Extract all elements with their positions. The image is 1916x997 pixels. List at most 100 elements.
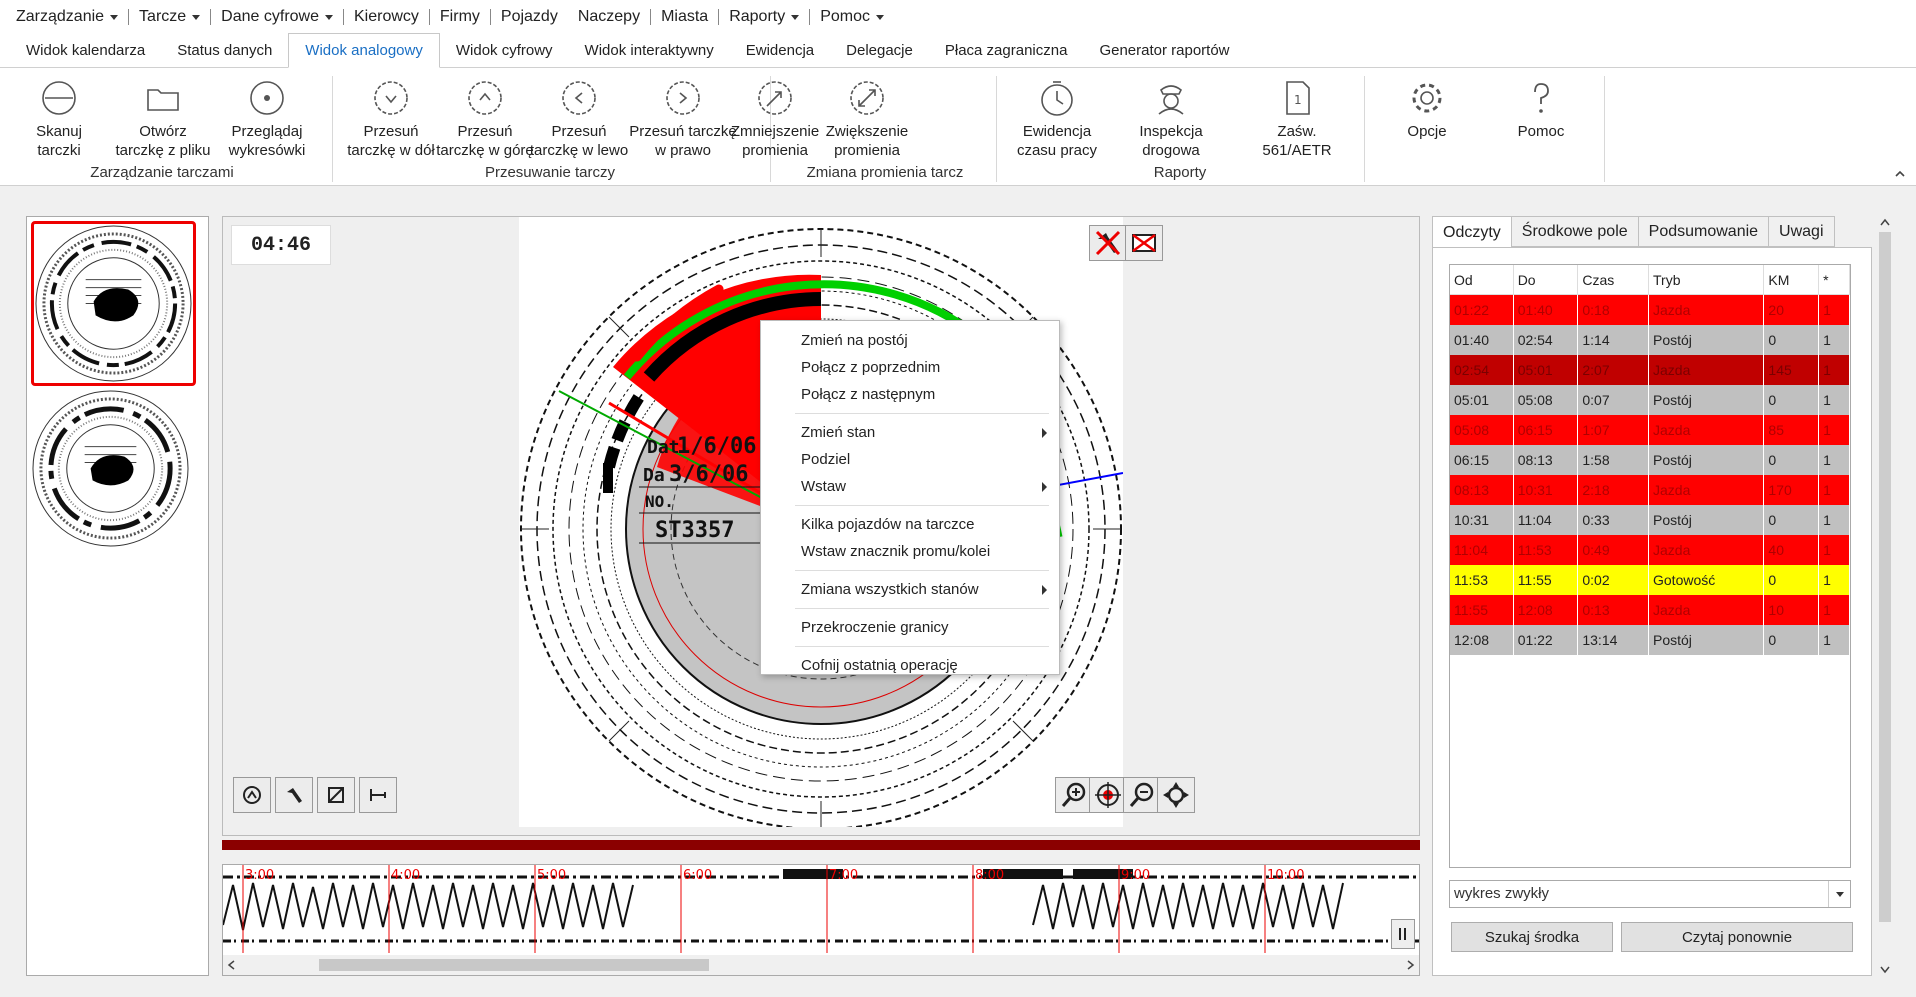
table-cell: Jazda — [1649, 415, 1765, 445]
readings-tab[interactable]: Uwagi — [1768, 216, 1835, 247]
move-button[interactable] — [1157, 777, 1195, 813]
scroll-right-icon[interactable] — [1407, 960, 1415, 970]
chart-mode-select[interactable]: wykres zwykły — [1449, 880, 1851, 908]
context-menu-item[interactable]: Cofnij ostatnią operację — [761, 652, 1059, 679]
ribbon-button-move-left[interactable]: Przesuń tarczkę w lewo — [524, 78, 634, 160]
readings-tab[interactable]: Odczyty — [1432, 216, 1512, 249]
scroll-up-icon[interactable] — [1880, 218, 1890, 226]
tab-view[interactable]: Widok cyfrowy — [440, 34, 569, 67]
menu-separator — [795, 413, 1049, 414]
tab-view[interactable]: Generator raportów — [1083, 34, 1245, 67]
menu-item[interactable]: Tarcze — [129, 8, 210, 26]
ribbon-button-officer[interactable]: Inspekcja drogowa — [1116, 78, 1226, 160]
context-menu-item[interactable]: Zmiana wszystkich stanów — [761, 576, 1059, 603]
table-row[interactable]: 02:54 05:01 2:07 Jazda 145 1 — [1450, 355, 1850, 385]
tab-view[interactable]: Płaca zagraniczna — [929, 34, 1084, 67]
menu-item[interactable]: Pojazdy — [491, 8, 568, 26]
gear-icon — [1412, 83, 1442, 113]
table-row[interactable]: 06:15 08:13 1:58 Postój 0 1 — [1450, 445, 1850, 475]
column-header[interactable]: Tryb — [1649, 265, 1765, 295]
context-menu-item[interactable]: Przekroczenie granicy — [761, 614, 1059, 641]
context-menu-item[interactable]: Kilka pojazdów na tarczce — [761, 511, 1059, 538]
vscroll-thumb[interactable] — [1879, 232, 1891, 922]
menu-item[interactable]: Zarządzanie — [6, 8, 128, 26]
table-row[interactable]: 10:31 11:04 0:33 Postój 0 1 — [1450, 505, 1850, 535]
tools-cross-button[interactable] — [1089, 225, 1127, 261]
tools-button[interactable] — [275, 777, 313, 813]
linear-chart-strip[interactable]: 3:00 4:00 5:00 6:00 7:00 8:00 9:00 10:00 — [222, 840, 1420, 976]
tab-view[interactable]: Widok kalendarza — [10, 34, 161, 67]
context-menu-label: Cofnij ostatnią operację — [801, 657, 958, 674]
menu-item[interactable]: Pomoc — [810, 8, 894, 26]
context-menu-item[interactable]: Podziel — [761, 446, 1059, 473]
ribbon-group-label: Zarządzanie tarczami — [90, 164, 234, 181]
collapse-ribbon-icon[interactable] — [1894, 168, 1906, 180]
menu-item[interactable]: Raporty — [719, 8, 809, 26]
find-center-button[interactable]: Szukaj środka — [1451, 922, 1613, 952]
column-header[interactable]: KM — [1764, 265, 1820, 295]
panel-vscrollbar[interactable] — [1876, 216, 1894, 976]
table-row[interactable]: 11:04 11:53 0:49 Jazda 40 1 — [1450, 535, 1850, 565]
table-row[interactable]: 11:53 11:55 0:02 Gotowość 0 1 — [1450, 565, 1850, 595]
menu-item[interactable]: Dane cyfrowe — [211, 8, 343, 26]
table-row[interactable]: 12:08 01:22 13:14 Postój 0 1 — [1450, 625, 1850, 655]
chevron-down-icon — [876, 14, 885, 20]
ribbon-button-gear[interactable]: Opcje — [1372, 78, 1482, 141]
disc-thumbnail-selected[interactable] — [31, 221, 196, 386]
disc-center-button[interactable] — [233, 777, 271, 813]
ribbon-button-scan-disc[interactable]: Skanuj tarczki — [4, 78, 114, 160]
table-header: Od Do Czas Tryb KM * — [1450, 265, 1850, 295]
table-cell: Jazda — [1649, 475, 1765, 505]
disc-thumbnail[interactable] — [31, 389, 196, 554]
table-row[interactable]: 01:22 01:40 0:18 Jazda 20 1 — [1450, 295, 1850, 325]
table-row[interactable]: 05:01 05:08 0:07 Postój 0 1 — [1450, 385, 1850, 415]
ribbon-button-question[interactable]: Pomoc — [1486, 78, 1596, 141]
ribbon-button-browse-disc[interactable]: Przeglądaj wykresówki — [212, 78, 322, 160]
table-cell: Postój — [1649, 445, 1765, 475]
context-menu-item[interactable]: Zmień na postój — [761, 327, 1059, 354]
chevron-down-icon[interactable] — [1828, 881, 1850, 907]
target-button[interactable] — [1089, 777, 1127, 813]
strip-hscrollbar[interactable] — [223, 955, 1419, 975]
table-row[interactable]: 05:08 06:15 1:07 Jazda 85 1 — [1450, 415, 1850, 445]
scroll-thumb[interactable] — [319, 959, 709, 971]
context-menu-item[interactable]: Zmień stan — [761, 419, 1059, 446]
ribbon-button-open-folder[interactable]: Otwórz tarczkę z pliku — [108, 78, 218, 160]
pause-button[interactable] — [1391, 919, 1415, 949]
menu-item[interactable]: Kierowcy — [344, 8, 429, 26]
tab-view[interactable]: Ewidencja — [730, 34, 830, 67]
ribbon-button-document[interactable]: 1 Zaśw. 561/AETR — [1242, 78, 1352, 160]
column-header[interactable]: * — [1819, 265, 1850, 295]
readings-tab[interactable]: Podsumowanie — [1637, 216, 1770, 247]
zoom-out-button[interactable] — [1123, 777, 1161, 813]
readings-tab[interactable]: Środkowe pole — [1510, 216, 1639, 247]
table-row[interactable]: 01:40 02:54 1:14 Postój 0 1 — [1450, 325, 1850, 355]
table-row[interactable]: 08:13 10:31 2:18 Jazda 170 1 — [1450, 475, 1850, 505]
table-cell: 1 — [1819, 535, 1850, 565]
tab-view[interactable]: Widok analogowy — [288, 33, 440, 68]
column-header[interactable]: Czas — [1578, 265, 1649, 295]
menu-item[interactable]: Miasta — [651, 8, 718, 26]
tab-view[interactable]: Status danych — [161, 34, 288, 67]
table-row[interactable]: 11:55 12:08 0:13 Jazda 10 1 — [1450, 595, 1850, 625]
context-menu-item[interactable]: Połącz z poprzednim — [761, 354, 1059, 381]
column-header[interactable]: Od — [1450, 265, 1514, 295]
context-menu-item[interactable]: Wstaw — [761, 473, 1059, 500]
scroll-down-icon[interactable] — [1880, 966, 1890, 974]
menu-item[interactable]: Naczepy — [568, 8, 650, 26]
ribbon-button-clock[interactable]: Ewidencja czasu pracy — [1002, 78, 1112, 160]
box-slash-button[interactable] — [317, 777, 355, 813]
context-menu-item[interactable]: Połącz z następnym — [761, 381, 1059, 408]
scroll-left-icon[interactable] — [227, 960, 235, 970]
border-crossing-button[interactable] — [359, 777, 397, 813]
ribbon-button-grow-radius[interactable]: Zwiększenie promienia — [812, 78, 922, 160]
column-header[interactable]: Do — [1513, 265, 1579, 295]
zoom-in-button[interactable] — [1055, 777, 1093, 813]
table-cell: 08:13 — [1450, 475, 1514, 505]
menu-item[interactable]: Firmy — [430, 8, 490, 26]
context-menu-item[interactable]: Wstaw znacznik promu/kolei — [761, 538, 1059, 565]
clear-marks-button[interactable] — [1125, 225, 1163, 261]
reread-button[interactable]: Czytaj ponownie — [1621, 922, 1853, 952]
tab-view[interactable]: Delegacje — [830, 34, 929, 67]
tab-view[interactable]: Widok interaktywny — [569, 34, 730, 67]
